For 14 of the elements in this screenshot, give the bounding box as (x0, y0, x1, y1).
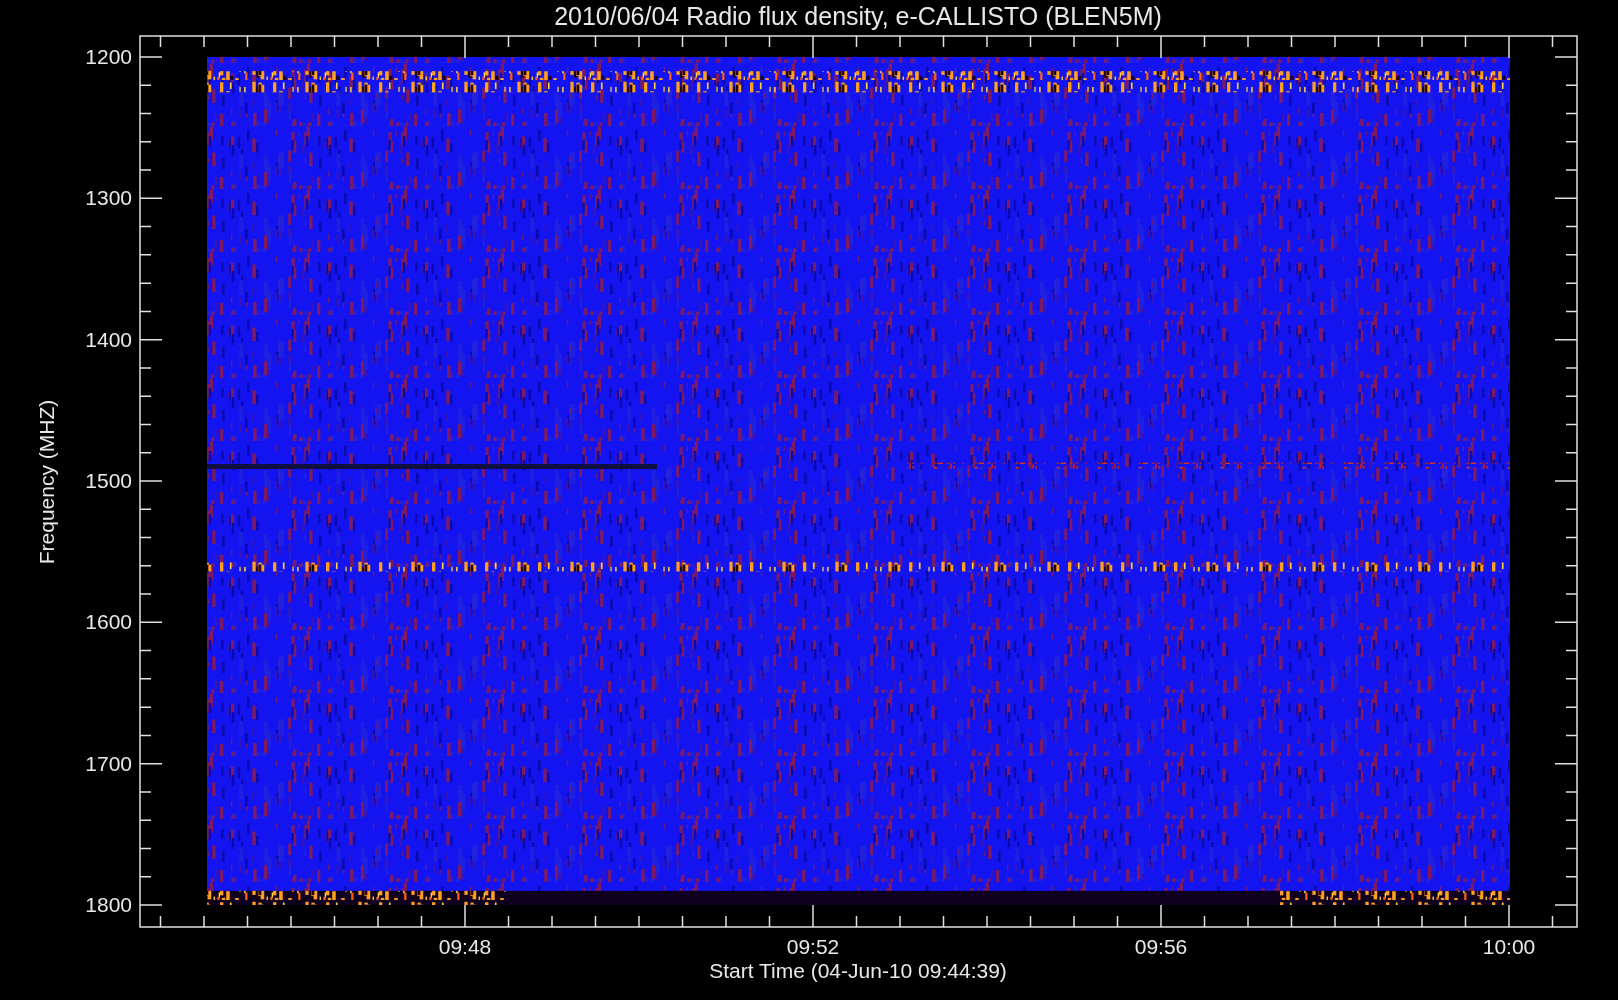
x-tick-label: 09:52 (786, 935, 840, 958)
x-tick-label: 09:56 (1134, 935, 1188, 958)
y-tick-label: 1600 (85, 610, 132, 634)
y-tick-label: 1400 (85, 327, 132, 351)
x-tick-label: 10:00 (1482, 935, 1536, 958)
y-tick-label: 1800 (85, 893, 132, 916)
y-tick-label: 1300 (85, 186, 132, 210)
y-tick-label: 1500 (85, 469, 132, 492)
chart-title: 2010/06/04 Radio flux density, e-CALLISTO (BLEN5M) (554, 2, 1162, 30)
x-axis-label: Start Time (04-Jun-10 09:44:39) (709, 959, 1007, 982)
x-tick-label: 09:48 (438, 935, 492, 958)
y-tick-label: 1700 (85, 751, 132, 775)
y-tick-label: 1200 (85, 45, 132, 68)
y-axis-label: Frequency (MHZ) (35, 399, 58, 565)
